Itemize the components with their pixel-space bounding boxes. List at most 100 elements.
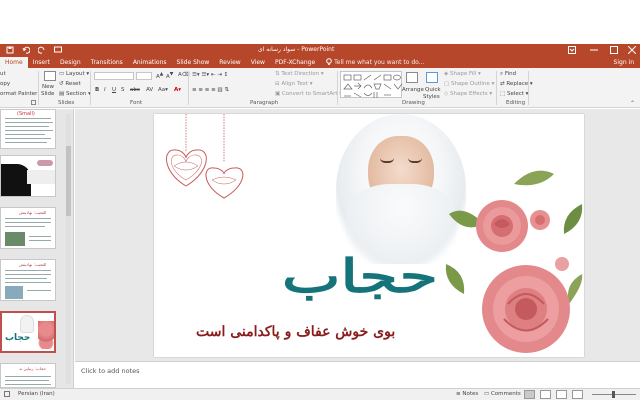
sign-in-link[interactable]: Sign in [614, 57, 634, 68]
slide-thumbnail[interactable]: حجاب: زيبايي ند [0, 363, 56, 388]
text-direction-button[interactable]: ⇅ Text Direction ▾ [275, 71, 324, 77]
language-status[interactable]: Persian (Iran) [18, 391, 55, 397]
thumbnail-image [20, 315, 34, 333]
copy-button[interactable]: opy [0, 81, 10, 87]
quick-access-toolbar [0, 46, 62, 54]
font-size-box[interactable] [136, 72, 152, 80]
slide-sorter-view-button[interactable] [540, 390, 551, 399]
shapes-gallery[interactable] [340, 71, 403, 98]
thumbnail-roses [38, 321, 54, 349]
underline-button[interactable]: U [112, 87, 116, 93]
slide-thumbnail[interactable]: الفعيت: نهادينش [0, 207, 56, 249]
reading-view-button[interactable] [556, 390, 567, 399]
window-title: سواد رسانه ای - PowerPoint [258, 46, 335, 53]
tell-me-search[interactable]: Tell me what you want to do... [334, 59, 424, 66]
font-shrink-icon[interactable]: A▼ [166, 72, 173, 80]
reset-button[interactable]: ↺ Reset [59, 81, 81, 87]
italic-button[interactable]: I [104, 87, 106, 93]
quick-styles-icon[interactable] [426, 72, 438, 83]
shape-effects-button[interactable]: ◇ Shape Effects ▾ [444, 91, 492, 97]
close-icon[interactable] [622, 44, 640, 57]
font-group-label: Font [130, 100, 142, 106]
strikethrough-button[interactable]: abc [130, 87, 140, 93]
desktop-area [0, 0, 640, 44]
tab-slide-show[interactable]: Slide Show [172, 57, 215, 68]
thumbnail-image [27, 170, 55, 184]
editing-group-label: Editing [506, 100, 526, 106]
start-slideshow-icon[interactable] [54, 46, 62, 54]
layout-button[interactable]: ▭ Layout ▾ [59, 71, 89, 77]
notes-toggle-button[interactable]: ≡ Notes [456, 391, 478, 397]
restore-icon[interactable] [604, 44, 624, 57]
convert-smartart-button[interactable]: ▣ Convert to SmartArt ▾ [275, 91, 342, 97]
format-painter-button[interactable]: ormat Painter [0, 91, 37, 97]
spelling-icon[interactable] [4, 391, 10, 397]
font-grow-icon[interactable]: A▲ [156, 72, 163, 80]
zoom-slider-thumb[interactable] [612, 391, 615, 398]
slide-canvas[interactable]: حجاب بوی خوش عفاف و پاکدامنی است [154, 114, 584, 357]
normal-view-button[interactable] [524, 390, 535, 399]
shadow-button[interactable]: S [121, 87, 125, 93]
section-button[interactable]: ▤ Section ▾ [59, 91, 91, 97]
thumbnail-title: ﺣﺠﺎﺏ [5, 333, 31, 343]
shape-outline-button[interactable]: ▢ Shape Outline ▾ [444, 81, 494, 87]
font-name-box[interactable] [94, 72, 134, 80]
tab-pdf-xchange[interactable]: PDF-XChange [270, 57, 320, 68]
minimize-icon[interactable] [584, 44, 604, 57]
quick-styles-label-2[interactable]: Styles [423, 94, 440, 100]
quick-styles-label-1[interactable]: Quick [425, 87, 441, 93]
separator [90, 71, 91, 105]
tab-animations[interactable]: Animations [128, 57, 172, 68]
slideshow-view-button[interactable] [572, 390, 583, 399]
thumbnail-decoration [37, 160, 53, 166]
collapse-ribbon-icon[interactable]: ⌃ [630, 100, 635, 107]
slides-thumbnail-pane: (Small) الفعيت: نهادينش الفعيت: نهادينش … [0, 109, 74, 388]
tab-view[interactable]: View [246, 57, 270, 68]
align-icons[interactable]: ≡ ≡ ≡ ≡ ▥ ⇅ [192, 87, 229, 93]
tab-home[interactable]: Home [0, 57, 28, 68]
bullets-icon[interactable]: ☰▾ ☰▾ ⇤ ⇥ ↕ [192, 72, 228, 78]
new-slide-label-2[interactable]: Slide [41, 91, 54, 97]
thumbnail-caption: الفعيت: نهادينش [19, 210, 47, 215]
thumbnail-scrollbar[interactable] [66, 114, 71, 384]
new-slide-icon[interactable] [44, 71, 56, 81]
save-icon[interactable] [6, 46, 14, 54]
dialog-launcher-icon[interactable] [31, 100, 36, 105]
find-button[interactable]: ⌕ Find [500, 71, 516, 78]
title-bar: سواد رسانه ای - PowerPoint [0, 44, 640, 57]
slide-subtitle[interactable]: بوی خوش عفاف و پاکدامنی است [196, 324, 395, 340]
tab-design[interactable]: Design [55, 57, 86, 68]
change-case-icon[interactable]: Aa▾ [158, 87, 168, 93]
notes-placeholder[interactable]: Click to add notes [81, 367, 139, 375]
bold-button[interactable]: B [95, 87, 99, 93]
comments-toggle-button[interactable]: ▭ Comments [484, 391, 521, 397]
thumbnail-image [5, 286, 23, 299]
scrollbar-thumb[interactable] [66, 146, 71, 216]
arrange-icon[interactable] [406, 72, 418, 83]
align-text-button[interactable]: ⊟ Align Text ▾ [275, 81, 313, 87]
thumbnail-caption: (Small) [17, 111, 35, 117]
slide-thumbnail[interactable]: (Small) [0, 109, 56, 149]
new-slide-label-1[interactable]: New [42, 84, 54, 90]
arrange-button[interactable]: Arrange [402, 87, 424, 93]
slide-thumbnail[interactable] [0, 155, 56, 197]
slide-title[interactable]: حجاب [282, 249, 438, 303]
slide-thumbnail-selected[interactable]: ﺣﺠﺎﺏ [0, 311, 56, 353]
separator [38, 71, 39, 105]
redo-icon[interactable] [37, 46, 46, 54]
tab-transitions[interactable]: Transitions [86, 57, 128, 68]
notes-pane[interactable]: Click to add notes [75, 361, 640, 388]
slide-thumbnail[interactable]: الفعيت: نهادينش [0, 259, 56, 301]
thumbnail-image [5, 232, 25, 246]
select-button[interactable]: ⬚ Select ▾ [500, 91, 528, 97]
thumbnail-caption: الفعيت: نهادينش [19, 262, 47, 267]
undo-icon[interactable] [22, 46, 31, 54]
font-color-icon[interactable]: A▾ [174, 87, 181, 93]
cut-button[interactable]: ut [0, 71, 6, 77]
char-spacing-icon[interactable]: AV [146, 87, 153, 93]
paragraph-group-label: Paragraph [250, 100, 279, 106]
ribbon-display-options-icon[interactable] [562, 44, 582, 57]
shape-fill-button[interactable]: ◈ Shape Fill ▾ [444, 71, 481, 77]
tab-review[interactable]: Review [214, 57, 245, 68]
tab-insert[interactable]: Insert [28, 57, 55, 68]
